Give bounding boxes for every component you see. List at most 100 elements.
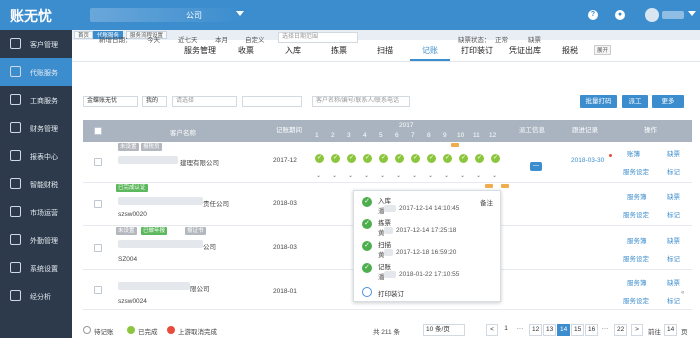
status-select-2[interactable] (242, 96, 302, 107)
sidebar-item-smart-tax[interactable]: 智能财税 (0, 170, 72, 198)
goto-input[interactable]: 14 (664, 324, 678, 336)
row-checkbox[interactable] (94, 244, 102, 252)
sidebar-item-reports[interactable]: 报表中心 (0, 142, 72, 170)
date-range-input[interactable]: 选择日期范围 (278, 32, 358, 43)
batch-print-button[interactable]: 批量打码 (580, 95, 617, 108)
assign-button[interactable]: 派工 (622, 95, 648, 108)
chevron-down-icon[interactable]: ⌄ (428, 172, 433, 179)
sidebar-item-bookkeeping[interactable]: 代账服务 (0, 58, 72, 86)
check-icon[interactable]: ✓ (379, 154, 388, 163)
check-icon[interactable]: ✓ (443, 154, 452, 163)
check-icon[interactable]: ✓ (315, 154, 324, 163)
chevron-down-icon[interactable]: ⌄ (316, 172, 321, 179)
menu-service-mgmt[interactable]: 服务管理 (184, 45, 216, 56)
dispatch-icon[interactable]: — (530, 162, 542, 171)
action-link[interactable]: 服务设定 (623, 166, 649, 176)
filter-month[interactable]: 本月 (215, 34, 228, 44)
check-icon[interactable]: ✓ (491, 154, 500, 163)
filter-custom[interactable]: 自定义 (245, 34, 265, 44)
chevron-down-icon[interactable] (236, 11, 244, 16)
page-size-select[interactable]: 10 条/页 (423, 324, 465, 336)
filter-missing[interactable]: 缺票 (528, 34, 541, 44)
record-date-link[interactable]: 2018-03-30 (571, 157, 604, 164)
action-link[interactable]: 账簿 (627, 148, 640, 158)
chevron-down-icon[interactable] (688, 11, 696, 16)
menu-print-bind[interactable]: 打印装订 (461, 45, 493, 56)
action-link[interactable]: 服务簿 (627, 235, 647, 245)
action-link[interactable]: 标记 (667, 295, 680, 305)
action-link[interactable]: 服务设定 (623, 209, 649, 219)
chevron-down-icon[interactable]: ⌄ (444, 172, 449, 179)
chevron-down-icon[interactable]: ⌄ (476, 172, 481, 179)
action-link[interactable]: 标记 (667, 209, 680, 219)
user-name-redacted[interactable] (662, 11, 684, 19)
sidebar-item-customers[interactable]: 客户管理 (0, 30, 72, 58)
sidebar-item-market[interactable]: 市场运营 (0, 198, 72, 226)
page-item[interactable]: 13 (543, 324, 557, 336)
chevron-down-icon[interactable]: ⌄ (412, 172, 417, 179)
page-next[interactable]: > (631, 324, 643, 336)
action-link[interactable]: 缺票 (667, 235, 680, 245)
page-item[interactable]: 22 (614, 324, 628, 336)
sidebar-item-business[interactable]: 工商服务 (0, 86, 72, 114)
menu-scan[interactable]: 扫描 (377, 45, 393, 56)
sidebar-item-finance[interactable]: 财务管理 (0, 114, 72, 142)
customer-name[interactable]: 公司 (203, 241, 216, 251)
page-item-active[interactable]: 14 (557, 324, 571, 336)
check-icon[interactable]: ✓ (427, 154, 436, 163)
page-ellipsis[interactable]: ··· (514, 324, 526, 336)
chevron-down-icon[interactable]: ⌄ (364, 172, 369, 179)
chevron-down-icon[interactable]: ⌄ (348, 172, 353, 179)
check-icon[interactable]: ✓ (411, 154, 420, 163)
action-link[interactable]: 标记 (667, 253, 680, 263)
chevron-down-icon[interactable]: ⌄ (396, 172, 401, 179)
action-link[interactable]: 服务簿 (627, 191, 647, 201)
page-item[interactable]: 12 (529, 324, 543, 336)
check-icon[interactable]: ✓ (331, 154, 340, 163)
account-select[interactable]: 金蝶账无忧 (83, 96, 138, 107)
select-all-checkbox[interactable] (94, 127, 102, 135)
page-ellipsis[interactable]: ··· (599, 324, 611, 336)
customer-name[interactable]: 建理有限公司 (180, 157, 219, 167)
row-checkbox[interactable] (94, 286, 102, 294)
chevron-down-icon[interactable]: ⌄ (492, 172, 497, 179)
mine-select[interactable]: 我的 (142, 96, 167, 107)
status-select[interactable]: 请选择 (172, 96, 237, 107)
customer-name[interactable]: 限公司 (190, 283, 210, 293)
scroll-right-icon[interactable]: « (681, 290, 684, 296)
chevron-down-icon[interactable]: ⌄ (380, 172, 385, 179)
menu-tax[interactable]: 报税 (562, 45, 578, 56)
menu-receive[interactable]: 收票 (238, 45, 254, 56)
customer-name[interactable]: 责任公司 (203, 198, 229, 208)
action-link[interactable]: 服务簿 (627, 277, 647, 287)
avatar[interactable] (645, 8, 659, 22)
action-link[interactable]: 缺票 (667, 191, 680, 201)
help-icon[interactable]: ? (588, 10, 598, 20)
tab-home[interactable]: 首页 (74, 31, 94, 39)
check-icon[interactable]: ✓ (363, 154, 372, 163)
app-logo[interactable]: 账无忧 (10, 6, 52, 26)
menu-stock-in[interactable]: 入库 (285, 45, 301, 56)
chevron-down-icon[interactable]: ⌄ (332, 172, 337, 179)
table-row[interactable]: 未设置 报税员 建理有限公司 2017-12 ✓ ✓ ✓ ✓ ✓ ✓ ✓ ✓ ✓… (83, 142, 692, 183)
page-item[interactable]: 15 (571, 324, 585, 336)
menu-sort[interactable]: 拣票 (331, 45, 347, 56)
page-item[interactable]: 16 (585, 324, 599, 336)
expand-button[interactable]: 展开 (594, 45, 612, 55)
check-icon[interactable]: ✓ (475, 154, 484, 163)
action-link[interactable]: 标记 (667, 166, 680, 176)
filter-today[interactable]: 今天 (147, 34, 160, 44)
action-link[interactable]: 缺票 (667, 148, 680, 158)
sidebar-item-settings[interactable]: 系统设置 (0, 254, 72, 282)
sidebar-item-analysis[interactable]: 经分析 (0, 282, 72, 310)
more-button[interactable]: 更多 (652, 95, 684, 108)
row-checkbox[interactable] (94, 158, 102, 166)
chevron-down-icon[interactable]: ⌄ (460, 172, 465, 179)
sidebar-item-field[interactable]: 外勤管理 (0, 226, 72, 254)
menu-bookkeeping[interactable]: 记账 (422, 45, 438, 56)
filter-last7[interactable]: 近七天 (178, 34, 198, 44)
check-icon[interactable]: ✓ (459, 154, 468, 163)
action-link[interactable]: 服务设定 (623, 295, 649, 305)
check-icon[interactable]: ✓ (347, 154, 356, 163)
row-checkbox[interactable] (94, 200, 102, 208)
